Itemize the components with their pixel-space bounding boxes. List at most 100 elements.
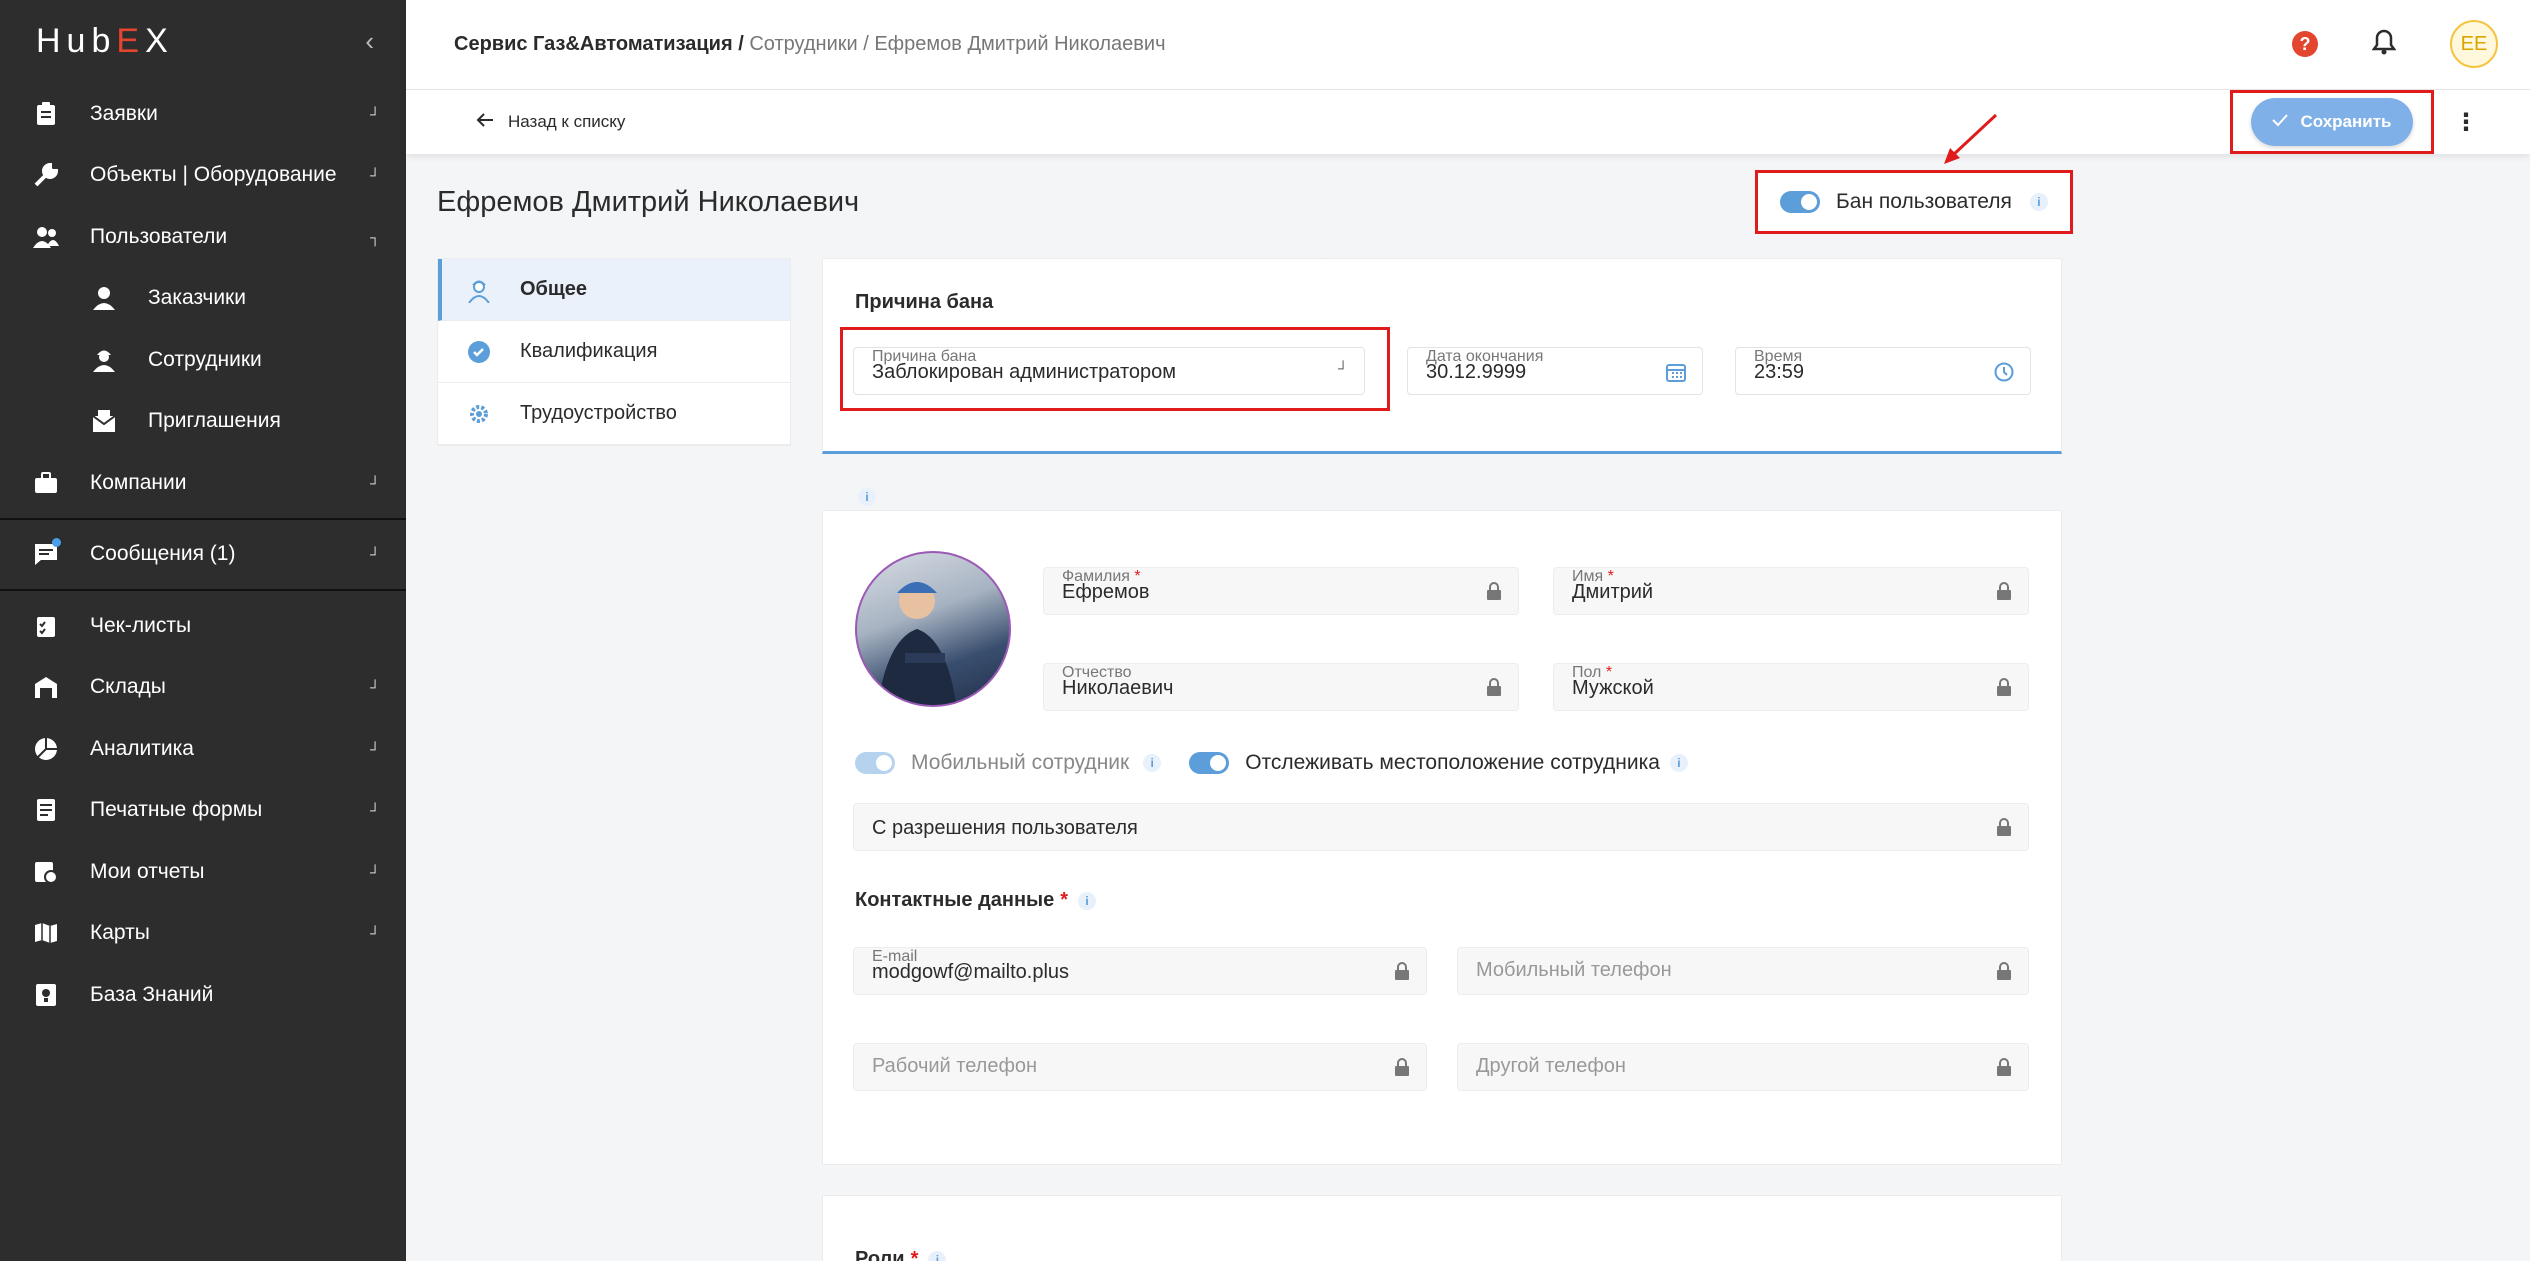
field-label: E-mail: [872, 948, 918, 965]
help-icon[interactable]: ?: [2292, 31, 2318, 57]
checklist-icon: [32, 612, 60, 640]
field-label: Время: [1754, 348, 1803, 365]
sidebar-item-label: Склады: [90, 675, 166, 699]
field-placeholder: Рабочий телефон: [872, 1054, 1038, 1077]
field-label: Имя *: [1572, 568, 1614, 586]
check-circle-icon: [466, 339, 492, 365]
topbar: Сервис Газ&Автоматизация / Сотрудники / …: [406, 0, 2530, 90]
sidebar-item-employees[interactable]: Сотрудники: [0, 329, 406, 391]
clock-icon[interactable]: [1994, 362, 2014, 387]
breadcrumb-company[interactable]: Сервис Газ&Автоматизация: [454, 33, 733, 55]
bell-icon[interactable]: [2371, 29, 2397, 60]
lock-icon: [1996, 678, 2012, 701]
sidebar-item-objects[interactable]: Объекты | Оборудование ┘: [0, 145, 406, 207]
sidebar-item-customers[interactable]: Заказчики: [0, 268, 406, 330]
sidebar-item-warehouses[interactable]: Склады ┘: [0, 657, 406, 719]
knowledge-icon: [32, 981, 60, 1009]
save-button[interactable]: Сохранить: [2251, 98, 2413, 146]
logo-accent: E: [116, 22, 146, 60]
logo[interactable]: HubEX: [36, 22, 174, 61]
section-tabs: Общее Квалификация Трудоустройство: [437, 258, 791, 446]
sidebar-item-knowledge[interactable]: База Знаний: [0, 964, 406, 1026]
breadcrumb-current: Ефремов Дмитрий Николаевич: [874, 33, 1166, 55]
gender-field: Пол * Мужской: [1553, 663, 2029, 711]
gear-icon: [466, 401, 492, 427]
tab-label: Трудоустройство: [520, 402, 677, 424]
logo-text: Hub: [36, 22, 117, 60]
info-icon[interactable]: i: [1143, 754, 1162, 772]
last-name-field: Фамилия * Ефремов: [1043, 567, 1519, 615]
track-location-toggle[interactable]: [1189, 752, 1230, 774]
check-icon: [2272, 112, 2289, 132]
page-title: Ефремов Дмитрий Николаевич: [437, 186, 860, 218]
patronymic-field: Отчество Николаевич: [1043, 663, 1519, 711]
required-mark: *: [1134, 568, 1141, 585]
info-icon[interactable]: i: [858, 488, 876, 506]
end-date-field[interactable]: Дата окончания 30.12.9999: [1407, 347, 1703, 395]
lock-icon: [1486, 678, 1502, 701]
tab-employment[interactable]: Трудоустройство: [438, 383, 790, 445]
sidebar-item-label: Приглашения: [148, 409, 281, 433]
chevron-icon: ┘: [370, 474, 380, 491]
collapse-sidebar-icon[interactable]: ‹: [365, 26, 374, 57]
tab-label: Общее: [520, 278, 588, 300]
mobile-phone-field: Мобильный телефон: [1457, 947, 2029, 995]
back-to-list-link[interactable]: Назад к списку: [476, 112, 625, 133]
mobile-employee-toggle: [855, 752, 895, 774]
info-icon[interactable]: i: [928, 1250, 947, 1261]
sidebar-item-invitations[interactable]: Приглашения: [0, 391, 406, 453]
tab-qualification[interactable]: Квалификация: [438, 321, 790, 383]
ban-reason-title: Причина бана: [855, 291, 994, 313]
employee-photo[interactable]: [855, 551, 1011, 707]
employee-icon: [90, 346, 118, 374]
lock-icon: [1394, 1058, 1410, 1081]
sidebar-item-label: Мои отчеты: [90, 859, 205, 883]
tab-general[interactable]: Общее: [438, 259, 790, 321]
sidebar-item-label: Сообщения (1): [90, 542, 236, 566]
arrow-left-icon: [476, 112, 494, 133]
divider: [0, 517, 406, 520]
calendar-icon[interactable]: [1666, 362, 1686, 387]
breadcrumb-separator: /: [857, 33, 875, 55]
info-icon[interactable]: i: [1669, 754, 1688, 772]
ban-user-toggle[interactable]: [1780, 191, 1820, 213]
info-icon[interactable]: i: [1078, 891, 1097, 910]
field-label-text: Имя: [1572, 568, 1604, 585]
field-label: Отчество: [1062, 664, 1132, 681]
field-label-text: Пол: [1572, 664, 1602, 681]
field-value: С разрешения пользователя: [872, 817, 1138, 839]
sidebar-item-analytics[interactable]: Аналитика ┘: [0, 718, 406, 780]
sidebar-item-users[interactable]: Пользователи ┐: [0, 206, 406, 268]
sidebar-item-my-reports[interactable]: Мои отчеты ┘: [0, 841, 406, 903]
contacts-title: Контактные данные * i: [855, 889, 1097, 912]
work-phone-field: Рабочий телефон: [853, 1043, 1427, 1091]
info-icon[interactable]: i: [2029, 193, 2048, 211]
sidebar-item-label: Заявки: [90, 101, 158, 125]
sidebar-item-maps[interactable]: Карты ┘: [0, 903, 406, 965]
ban-reason-highlight: [840, 327, 1390, 411]
avatar[interactable]: EE: [2450, 20, 2498, 68]
other-phone-field: Другой телефон: [1457, 1043, 2029, 1091]
chevron-icon: ┘: [370, 105, 380, 122]
more-menu-icon[interactable]: ⋮: [2454, 108, 2478, 137]
roles-card: Роли * i: [822, 1195, 2062, 1261]
required-mark: *: [910, 1248, 919, 1261]
sidebar-item-requests[interactable]: Заявки ┘: [0, 83, 406, 145]
sidebar-item-checklists[interactable]: Чек-листы: [0, 595, 406, 657]
time-field[interactable]: Время 23:59: [1735, 347, 2031, 395]
logo-text-end: X: [145, 22, 174, 60]
profile-card: Фамилия * Ефремов Имя * Дмитрий Отчество…: [822, 510, 2062, 1165]
sidebar-item-companies[interactable]: Компании ┘: [0, 452, 406, 514]
form-icon: [32, 796, 60, 824]
pie-chart-icon: [32, 735, 60, 763]
users-icon: [32, 223, 60, 251]
ban-user-highlight: Бан пользователя i: [1755, 170, 2073, 234]
sidebar-item-print-forms[interactable]: Печатные формы ┘: [0, 780, 406, 842]
sidebar-item-messages[interactable]: Сообщения (1) ┘: [0, 524, 406, 586]
sidebar-item-label: Чек-листы: [90, 613, 192, 637]
breadcrumb-employees[interactable]: Сотрудники: [749, 33, 857, 55]
sidebar-item-label: Компании: [90, 470, 187, 494]
field-placeholder: Другой телефон: [1476, 1054, 1626, 1077]
chevron-icon: ┘: [370, 546, 380, 563]
field-label: Пол *: [1572, 664, 1612, 682]
